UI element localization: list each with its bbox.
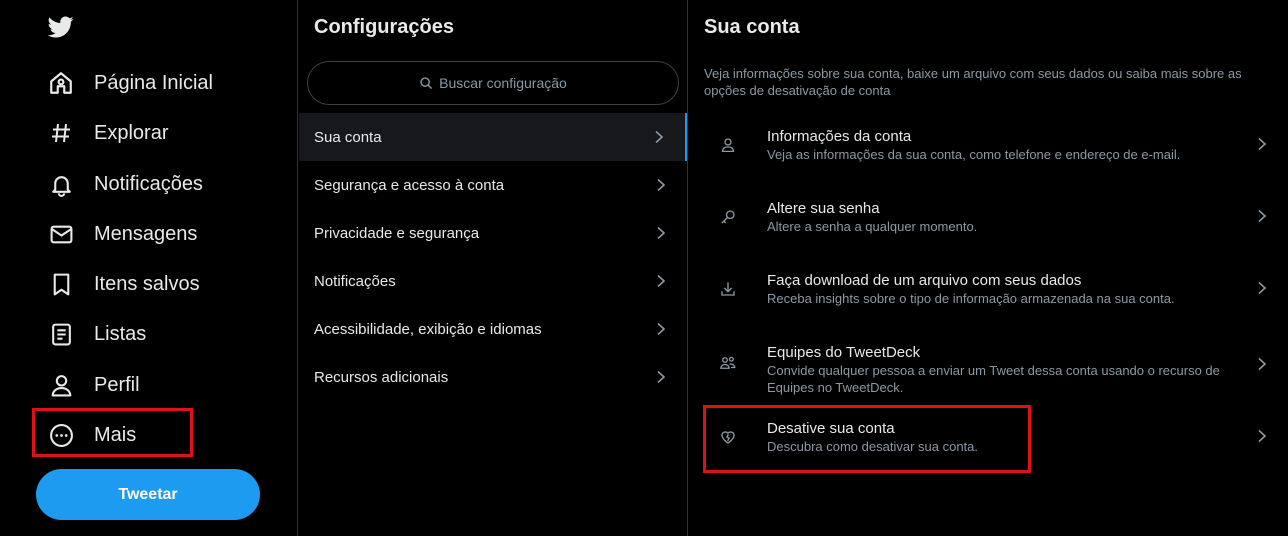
settings-item-label: Notificações bbox=[314, 272, 396, 290]
nav-item-home[interactable]: Página Inicial bbox=[36, 60, 233, 106]
search-settings-input[interactable]: Buscar configuração bbox=[307, 61, 679, 105]
key-icon bbox=[719, 208, 737, 226]
settings-item-security[interactable]: Segurança e acesso à conta bbox=[299, 161, 687, 209]
chevron-right-icon bbox=[1256, 281, 1268, 295]
chevron-right-icon bbox=[655, 322, 667, 336]
settings-title: Configurações bbox=[314, 16, 455, 38]
nav-item-label: Mensagens bbox=[94, 222, 198, 245]
search-icon bbox=[419, 76, 433, 90]
hashtag-icon bbox=[48, 120, 74, 146]
nav-item-notifications[interactable]: Notificações bbox=[36, 161, 223, 207]
nav-item-label: Itens salvos bbox=[94, 272, 200, 295]
team-icon bbox=[719, 354, 737, 372]
settings-item-label: Sua conta bbox=[314, 128, 382, 146]
nav-item-label: Listas bbox=[94, 322, 147, 345]
nav-item-lists[interactable]: Listas bbox=[36, 311, 166, 357]
primary-nav: Página Inicial Explorar Notificações Men… bbox=[0, 0, 298, 536]
nav-item-explore[interactable]: Explorar bbox=[36, 110, 188, 156]
chevron-right-icon bbox=[655, 274, 667, 288]
account-row-password[interactable]: Altere sua senha Altere a senha a qualqu… bbox=[689, 184, 1288, 248]
account-row-title: Faça download de um arquivo com seus dad… bbox=[767, 272, 1082, 289]
nav-item-profile[interactable]: Perfil bbox=[36, 362, 160, 408]
list-icon bbox=[48, 321, 74, 347]
account-description: Veja informações sobre sua conta, baixe … bbox=[704, 66, 1242, 98]
nav-item-messages[interactable]: Mensagens bbox=[36, 211, 217, 257]
chevron-right-icon bbox=[655, 370, 667, 384]
nav-item-bookmarks[interactable]: Itens salvos bbox=[36, 261, 220, 307]
account-title: Sua conta bbox=[704, 16, 800, 38]
settings-column: Configurações Buscar configuração Sua co… bbox=[299, 0, 688, 536]
account-row-info[interactable]: Informações da conta Veja as informações… bbox=[689, 112, 1288, 176]
settings-item-label: Recursos adicionais bbox=[314, 368, 449, 386]
bookmark-icon bbox=[48, 271, 74, 297]
account-row-title: Equipes do TweetDeck bbox=[767, 344, 921, 361]
account-row-title: Informações da conta bbox=[767, 128, 912, 145]
envelope-icon bbox=[48, 221, 74, 247]
search-placeholder: Buscar configuração bbox=[439, 75, 567, 91]
download-icon bbox=[719, 280, 737, 298]
settings-item-label: Segurança e acesso à conta bbox=[314, 176, 505, 194]
account-row-tweetdeck-teams[interactable]: Equipes do TweetDeck Convide qualquer pe… bbox=[689, 328, 1288, 400]
account-row-subtitle: Veja as informações da sua conta, como t… bbox=[767, 147, 1181, 162]
highlight-box-more bbox=[32, 408, 193, 457]
settings-item-your-account[interactable]: Sua conta bbox=[299, 113, 687, 161]
settings-item-label: Acessibilidade, exibição e idiomas bbox=[314, 320, 542, 338]
account-column: Sua conta Veja informações sobre sua con… bbox=[689, 0, 1288, 536]
chevron-right-icon bbox=[1256, 357, 1268, 371]
account-row-title: Altere sua senha bbox=[767, 200, 880, 217]
account-row-subtitle: Receba insights sobre o tipo de informaç… bbox=[767, 291, 1175, 306]
bell-icon bbox=[48, 171, 74, 197]
chevron-right-icon bbox=[653, 130, 665, 144]
chevron-right-icon bbox=[1256, 209, 1268, 223]
settings-item-accessibility[interactable]: Acessibilidade, exibição e idiomas bbox=[299, 305, 687, 353]
account-row-download-data[interactable]: Faça download de um arquivo com seus dad… bbox=[689, 256, 1288, 320]
home-icon bbox=[48, 70, 74, 96]
person-icon bbox=[48, 372, 74, 398]
account-row-subtitle: Altere a senha a qualquer momento. bbox=[767, 219, 978, 234]
settings-item-label: Privacidade e segurança bbox=[314, 224, 480, 242]
settings-item-additional-resources[interactable]: Recursos adicionais bbox=[299, 353, 687, 401]
chevron-right-icon bbox=[1256, 137, 1268, 151]
chevron-right-icon bbox=[655, 226, 667, 240]
nav-item-label: Perfil bbox=[94, 373, 140, 396]
nav-item-label: Página Inicial bbox=[94, 71, 213, 94]
settings-item-privacy[interactable]: Privacidade e segurança bbox=[299, 209, 687, 257]
tweet-button[interactable]: Tweetar bbox=[36, 469, 260, 520]
settings-item-notifications[interactable]: Notificações bbox=[299, 257, 687, 305]
account-row-subtitle: Convide qualquer pessoa a enviar um Twee… bbox=[767, 363, 1220, 395]
chevron-right-icon bbox=[655, 178, 667, 192]
twitter-logo-icon[interactable] bbox=[46, 14, 76, 40]
chevron-right-icon bbox=[1256, 429, 1268, 443]
nav-item-label: Notificações bbox=[94, 172, 203, 195]
nav-item-label: Explorar bbox=[94, 121, 169, 144]
person-outline-icon bbox=[719, 136, 737, 154]
highlight-box-deactivate bbox=[703, 405, 1031, 473]
